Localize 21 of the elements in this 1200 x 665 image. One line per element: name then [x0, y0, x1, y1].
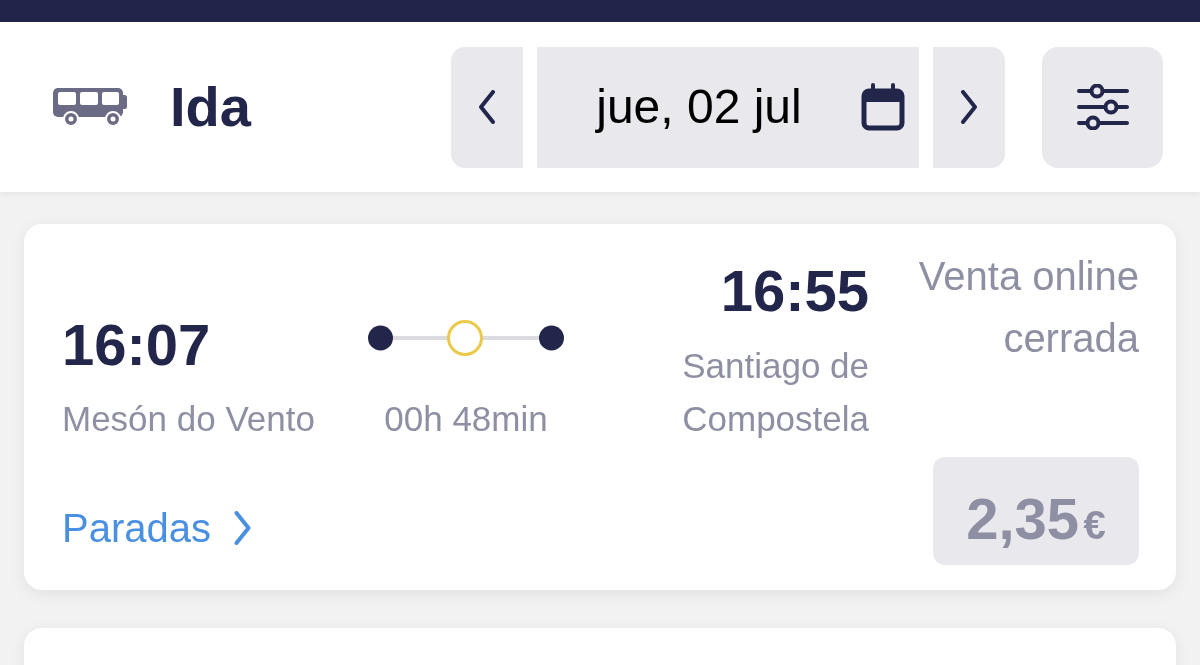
ring-icon: [447, 320, 483, 356]
date-button[interactable]: jue, 02 jul: [537, 46, 919, 168]
arrival-time: 16:55: [720, 257, 869, 324]
trip-duration: 00h 48min: [384, 398, 548, 440]
chevron-right-icon: [960, 90, 978, 124]
previous-day-button[interactable]: [451, 46, 523, 168]
dot-icon: [368, 325, 393, 351]
page-title: Ida: [170, 79, 251, 135]
arrival-stop: Santiago de Compostela: [681, 345, 869, 440]
filter-button[interactable]: [1042, 46, 1163, 168]
dot-icon: [539, 325, 564, 351]
stops-link[interactable]: Paradas: [62, 504, 252, 552]
chevron-right-icon: [233, 511, 252, 545]
calendar-icon: [861, 83, 905, 131]
settings-sliders-icon: [1076, 84, 1129, 130]
departure-stop: Mesón do Vento: [62, 398, 315, 440]
sale-status: Venta online cerrada: [917, 253, 1139, 362]
bus-icon: [53, 87, 128, 127]
chevron-left-icon: [478, 90, 496, 124]
next-day-button[interactable]: [933, 46, 1005, 168]
departure-time: 16:07: [62, 311, 211, 378]
